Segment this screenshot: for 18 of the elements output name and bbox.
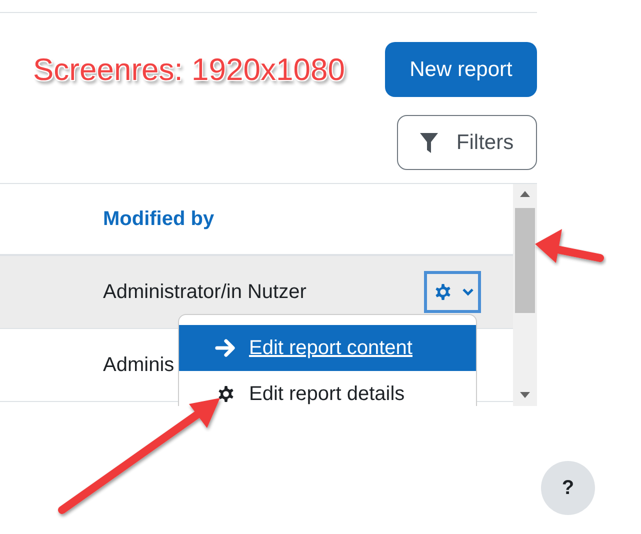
table-cell: Administrator/in Nutzer <box>103 280 306 304</box>
annotation-label: Screenres: 1920x1080 <box>33 52 345 88</box>
scrollbar[interactable] <box>513 184 537 406</box>
actions-menu-button[interactable] <box>424 271 481 313</box>
scroll-up-icon[interactable] <box>520 191 530 197</box>
scroll-down-icon[interactable] <box>520 392 530 398</box>
filter-icon <box>420 132 438 152</box>
chevron-down-icon <box>462 288 474 296</box>
new-report-button[interactable]: New report <box>385 42 537 97</box>
filters-button[interactable]: Filters <box>397 115 537 170</box>
column-header[interactable]: Modified by <box>103 208 214 230</box>
menu-item[interactable]: Edit report details <box>179 371 476 406</box>
scrollbar-thumb[interactable] <box>515 208 535 313</box>
help-button[interactable]: ? <box>541 461 595 515</box>
menu-item[interactable]: Edit report content <box>179 325 476 371</box>
annotation-arrow <box>535 229 604 263</box>
table-cell: Adminis <box>103 354 174 376</box>
arrow-right-icon <box>215 337 237 359</box>
